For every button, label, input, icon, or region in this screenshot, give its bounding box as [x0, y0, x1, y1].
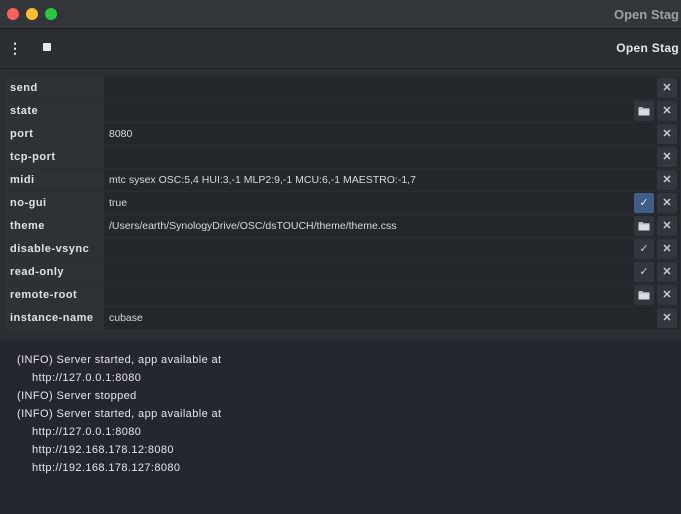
option-row-remote-root: remote-root ✕: [6, 284, 680, 306]
option-label: remote-root: [6, 284, 104, 306]
option-label: send: [6, 77, 104, 99]
log-line: (INFO) Server started, app available at: [17, 408, 222, 420]
folder-icon[interactable]: [634, 101, 654, 121]
log-line: http://127.0.0.1:8080: [32, 426, 142, 438]
app-title: Open Stag: [616, 41, 679, 55]
check-icon[interactable]: ✓: [634, 239, 654, 259]
option-label: state: [6, 100, 104, 122]
option-row-port: port 8080 ✕: [6, 123, 680, 145]
option-row-no-gui: no-gui true ✓ ✕: [6, 192, 680, 214]
log-line: http://192.168.178.127:8080: [32, 462, 181, 474]
clear-icon[interactable]: ✕: [657, 239, 677, 259]
option-row-theme: theme /Users/earth/SynologyDrive/OSC/dsT…: [6, 215, 680, 237]
clear-icon[interactable]: ✕: [657, 147, 677, 167]
option-label: theme: [6, 215, 104, 237]
option-row-tcp-port: tcp-port ✕: [6, 146, 680, 168]
log-line: http://127.0.0.1:8080: [32, 372, 142, 384]
option-value-input[interactable]: cubase: [107, 307, 634, 329]
clear-icon[interactable]: ✕: [657, 101, 677, 121]
option-value-input[interactable]: [107, 77, 634, 99]
folder-icon[interactable]: [634, 285, 654, 305]
option-row-instance-name: instance-name cubase ✕: [6, 307, 680, 329]
option-value-input[interactable]: true: [107, 192, 634, 214]
option-row-send: send ✕: [6, 77, 680, 99]
option-value-input[interactable]: mtc sysex OSC:5,4 HUI:3,-1 MLP2:9,-1 MCU…: [107, 169, 634, 191]
option-row-read-only: read-only ✓ ✕: [6, 261, 680, 283]
option-row-state: state ✕: [6, 100, 680, 122]
zoom-window-button[interactable]: [45, 8, 57, 20]
log-line: http://192.168.178.12:8080: [32, 444, 174, 456]
clear-icon[interactable]: ✕: [657, 124, 677, 144]
option-value-input[interactable]: [107, 261, 634, 283]
option-value-input[interactable]: [107, 100, 634, 122]
option-label: midi: [6, 169, 104, 191]
toolbar: ⋮ Open Stag: [0, 29, 681, 69]
option-label: port: [6, 123, 104, 145]
clear-icon[interactable]: ✕: [657, 216, 677, 236]
minimize-window-button[interactable]: [26, 8, 38, 20]
window-title: Open Stag: [613, 7, 679, 22]
clear-icon[interactable]: ✕: [657, 308, 677, 328]
option-row-disable-vsync: disable-vsync ✓ ✕: [6, 238, 680, 260]
clear-icon[interactable]: ✕: [657, 193, 677, 213]
option-value-input[interactable]: [107, 284, 634, 306]
stop-icon[interactable]: [43, 43, 51, 51]
option-label: read-only: [6, 261, 104, 283]
clear-icon[interactable]: ✕: [657, 78, 677, 98]
log-line: (INFO) Server stopped: [17, 390, 137, 402]
option-label: disable-vsync: [6, 238, 104, 260]
folder-icon[interactable]: [634, 216, 654, 236]
log-line: (INFO) Server started, app available at: [17, 354, 222, 366]
check-icon[interactable]: ✓: [634, 193, 654, 213]
more-vert-icon[interactable]: ⋮: [8, 40, 22, 56]
option-label: tcp-port: [6, 146, 104, 168]
close-window-button[interactable]: [7, 8, 19, 20]
option-row-midi: midi mtc sysex OSC:5,4 HUI:3,-1 MLP2:9,-…: [6, 169, 680, 191]
option-label: no-gui: [6, 192, 104, 214]
option-label: instance-name: [6, 307, 104, 329]
window-titlebar: Open Stag: [0, 0, 681, 29]
option-value-input[interactable]: [107, 146, 634, 168]
options-panel: send ✕ state ✕ port 8080 ✕ tcp-port ✕ mi…: [0, 69, 681, 341]
clear-icon[interactable]: ✕: [657, 170, 677, 190]
console-log: (INFO) Server started, app available at …: [0, 341, 681, 514]
option-value-input[interactable]: /Users/earth/SynologyDrive/OSC/dsTOUCH/t…: [107, 215, 634, 237]
option-value-input[interactable]: 8080: [107, 123, 634, 145]
option-value-input[interactable]: [107, 238, 634, 260]
check-icon[interactable]: ✓: [634, 262, 654, 282]
clear-icon[interactable]: ✕: [657, 262, 677, 282]
clear-icon[interactable]: ✕: [657, 285, 677, 305]
